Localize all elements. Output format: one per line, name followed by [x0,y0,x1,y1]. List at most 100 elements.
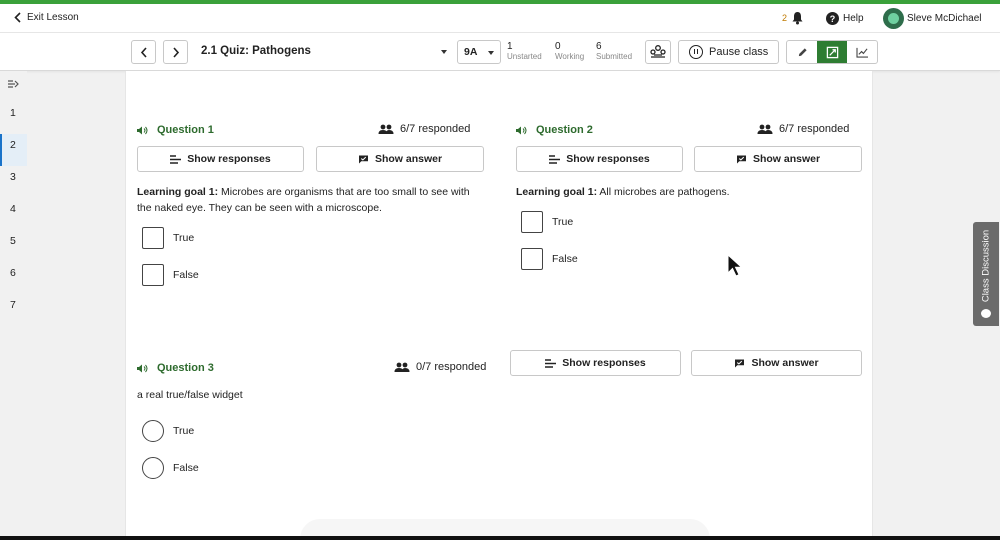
option-label: True [552,216,574,228]
question-3-show-answer-button[interactable]: Show answer [691,350,862,376]
top-bar: Exit Lesson 2 ? Help Sleve McDichael [0,4,1000,33]
rail-item-4[interactable]: 4 [0,198,27,230]
view-mode-toggle [786,40,878,64]
people-icon [378,124,394,134]
checkbox[interactable] [521,211,543,233]
stat-submitted: 6 Submitted [596,41,632,62]
question-navigation-rail: 1 2 3 4 5 6 7 [0,71,27,540]
user-menu[interactable]: Sleve McDichael [883,8,981,29]
expand-sidebar-icon[interactable] [7,79,19,89]
rail-item-7[interactable]: 7 [0,294,27,326]
quiz-selector[interactable]: 2.1 Quiz: Pathogens [201,45,447,57]
pause-icon [689,45,703,59]
help-icon: ? [826,12,839,25]
avatar [883,8,904,29]
show-responses-label: Show responses [187,153,271,165]
radio-button[interactable] [142,420,164,442]
question-3-header: Question 3 [136,362,214,374]
pause-class-button[interactable]: Pause class [678,40,779,64]
question-1-responded: 6/7 responded [378,123,470,135]
stat-value: 6 [596,41,602,52]
checkbox[interactable] [521,248,543,270]
chevron-right-icon [172,46,179,58]
question-1-header: Question 1 [136,124,214,136]
goal-label: Learning goal 1: [516,186,598,198]
chat-bubble-icon [981,309,991,318]
stat-working: 0 Working [555,41,584,62]
speaker-icon[interactable] [515,126,528,135]
class-name: 9A [464,46,478,58]
user-name: Sleve McDichael [907,13,982,24]
stat-unstarted: 1 Unstarted [507,41,542,62]
question-3-prompt: a real true/false widget [137,389,243,401]
goal-label: Learning goal 1: [137,186,219,198]
stat-value: 0 [555,41,561,52]
help-label: Help [843,13,864,24]
next-button[interactable] [163,40,188,64]
option-label: False [173,269,199,281]
question-2-header: Question 2 [515,124,593,136]
responded-count: 0/7 responded [416,361,487,373]
quiz-title: 2.1 Quiz: Pathogens [201,45,311,57]
stat-value: 1 [507,41,513,52]
caret-down-icon [441,50,447,54]
responded-count: 6/7 responded [779,123,850,135]
question-2-option-false[interactable]: False [521,248,578,270]
question-title: Question 1 [157,124,214,136]
bottom-edge [0,536,1000,540]
people-icon [757,124,773,134]
lesson-toolbar: 2.1 Quiz: Pathogens 9A 1 Unstarted 0 Wor… [0,33,1000,71]
question-1-option-true[interactable]: True [142,227,194,249]
rail-item-3[interactable]: 3 [0,166,27,198]
notification-count: 2 [782,13,788,23]
question-title: Question 2 [536,124,593,136]
line-chart-icon [855,47,868,58]
rail-item-2[interactable]: 2 [0,134,27,166]
question-3-option-false[interactable]: False [142,457,199,479]
question-2-show-responses-button[interactable]: Show responses [516,146,683,172]
class-discussion-label: Class Discussion [980,229,992,303]
responses-icon [545,358,557,368]
question-2-option-true[interactable]: True [521,211,573,233]
question-1-option-false[interactable]: False [142,264,199,286]
question-2-show-answer-button[interactable]: Show answer [694,146,862,172]
question-3-responded: 0/7 responded [394,361,486,373]
class-discussion-tab[interactable]: Class Discussion [973,222,999,326]
answer-flag-icon [358,154,368,164]
show-responses-label: Show responses [566,153,650,165]
bell-icon[interactable] [791,11,804,25]
answer-flag-icon [735,358,745,368]
checkbox[interactable] [142,264,164,286]
previous-button[interactable] [131,40,156,64]
questions-panel: Question 1 6/7 responded Show responses … [125,71,873,540]
speaker-icon[interactable] [136,126,149,135]
radio-button[interactable] [142,457,164,479]
rail-item-1[interactable]: 1 [0,102,27,134]
option-label: False [552,253,578,265]
rail-item-5[interactable]: 5 [0,230,27,262]
pause-class-label: Pause class [709,46,769,58]
option-label: True [173,425,195,437]
question-1-show-responses-button[interactable]: Show responses [137,146,304,172]
question-3-show-responses-button[interactable]: Show responses [510,350,681,376]
checkbox[interactable] [142,227,164,249]
caret-down-icon [488,51,494,55]
question-1-show-answer-button[interactable]: Show answer [316,146,484,172]
stat-label: Submitted [596,52,633,61]
rail-item-6[interactable]: 6 [0,262,27,294]
class-view-button[interactable] [645,40,671,64]
stat-label: Unstarted [507,52,542,61]
exit-lesson-link[interactable]: Exit Lesson [14,12,79,23]
speaker-icon[interactable] [136,364,149,373]
help-button[interactable]: ? Help [826,12,864,25]
present-mode-button[interactable] [817,41,847,63]
mouse-cursor-icon [727,254,743,277]
edit-mode-button[interactable] [787,41,817,63]
students-grid-icon [650,45,666,58]
goal-text: All microbes are pathogens. [597,186,730,198]
show-answer-label: Show answer [374,153,443,165]
question-3-option-true[interactable]: True [142,420,194,442]
answer-flag-icon [736,154,746,164]
class-selector[interactable]: 9A [457,40,501,64]
analytics-mode-button[interactable] [847,41,877,63]
